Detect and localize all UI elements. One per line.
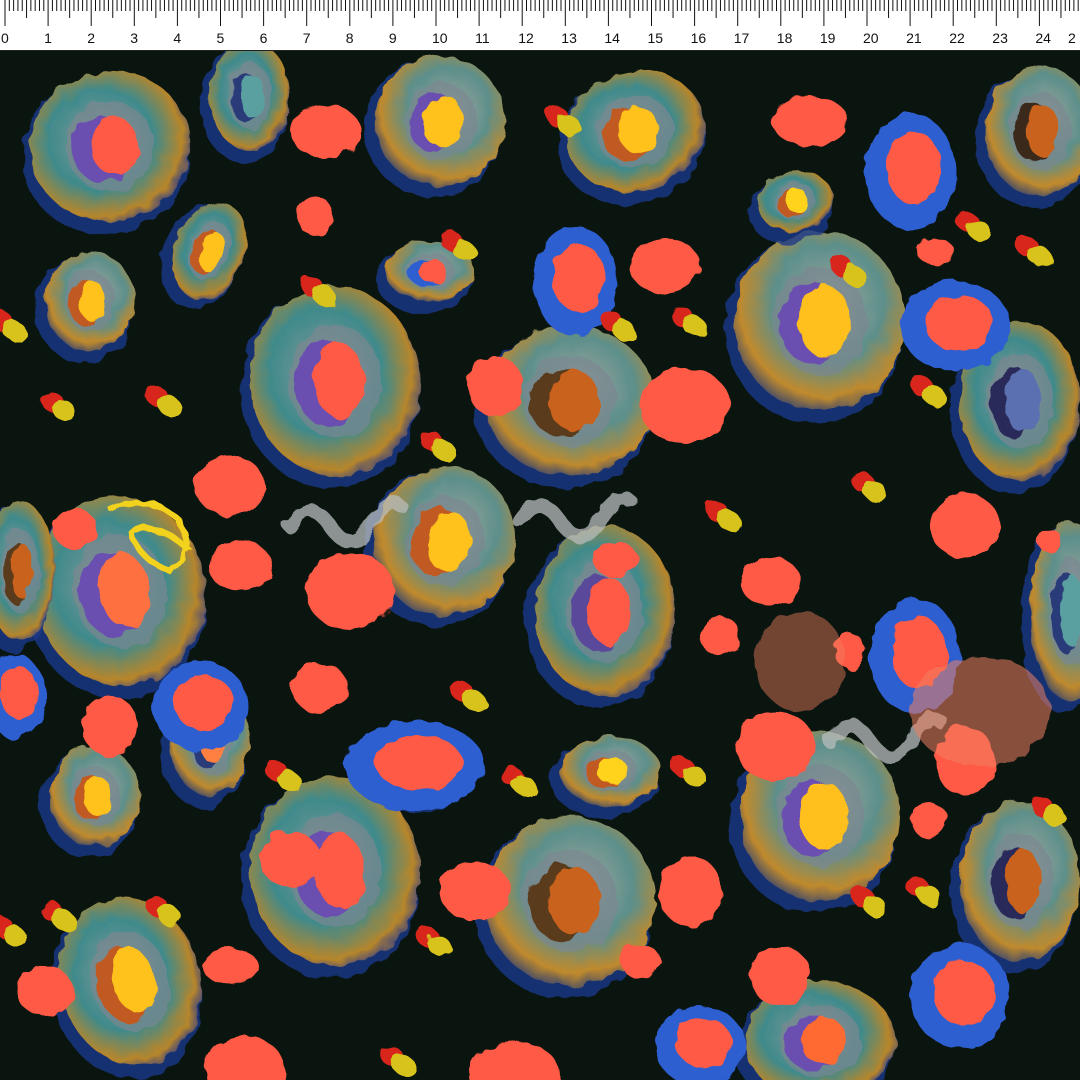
ruler-label: 23 xyxy=(992,30,1008,46)
pill-mark xyxy=(910,375,947,407)
pill-mark xyxy=(0,310,27,342)
coral-blob xyxy=(292,663,348,713)
ruler-label: 1 xyxy=(44,30,52,46)
ruler-label: 7 xyxy=(302,30,311,46)
coral-blob xyxy=(1038,529,1062,553)
coral-blob xyxy=(202,948,258,984)
coral-blob xyxy=(772,96,848,146)
coral-blob xyxy=(208,541,272,591)
ruler-label: 20 xyxy=(863,30,879,46)
painted-stone xyxy=(240,286,421,489)
pill-mark xyxy=(40,390,77,422)
ruler-label: 3 xyxy=(130,30,139,46)
coral-blob xyxy=(740,556,800,606)
coral-blob xyxy=(470,1041,560,1080)
coral-blob xyxy=(658,856,722,926)
pill-mark xyxy=(905,875,942,907)
coral-blob xyxy=(593,541,637,577)
ruler-label: 10 xyxy=(432,30,448,46)
coral-blob xyxy=(205,1036,285,1080)
ruler-label: 8 xyxy=(345,30,354,46)
coral-blob xyxy=(305,553,395,629)
ruler-label: 12 xyxy=(518,30,534,46)
painted-stone xyxy=(200,51,290,163)
painted-stone xyxy=(363,56,505,197)
ruler-label: 4 xyxy=(173,30,182,46)
coral-blob xyxy=(260,831,320,887)
ruler-label: 16 xyxy=(690,30,707,46)
blue-disc xyxy=(900,281,1010,371)
ruler-label: 15 xyxy=(647,30,664,46)
ruler-label: 18 xyxy=(776,30,793,46)
painted-stone xyxy=(21,70,190,235)
pill-mark xyxy=(0,915,27,947)
ruler-label: 2 xyxy=(1068,30,1076,46)
blue-disc xyxy=(865,113,955,229)
coral-blob xyxy=(917,237,953,265)
ruler-label: 0 xyxy=(1,30,9,46)
measurement-ruler: 0 1 2 3 4 5 6 7 8 9 10 11 12 13 14 15 16 17 18 19 20 21 22 23 24… xyxy=(0,0,1080,51)
pill-mark xyxy=(380,1045,417,1077)
coral-blob xyxy=(467,356,523,416)
ruler-label: 13 xyxy=(561,30,577,46)
ruler-label: 5 xyxy=(216,30,225,46)
ruler-label: 6 xyxy=(259,30,268,46)
speckled-patch xyxy=(755,611,845,711)
pill-mark xyxy=(955,210,992,242)
painted-stone xyxy=(40,746,140,858)
coral-blob xyxy=(930,494,1000,558)
ruler-label: 17 xyxy=(733,30,750,46)
painted-stone xyxy=(975,66,1080,208)
ruler-label: 21 xyxy=(906,30,922,46)
coral-blob xyxy=(735,711,815,781)
coral-blob xyxy=(440,861,510,921)
pill-mark xyxy=(420,430,457,462)
coral-blob xyxy=(17,966,73,1016)
ruler-label: 14 xyxy=(604,30,620,46)
pill-mark xyxy=(670,755,707,787)
coral-blob xyxy=(290,104,360,158)
pill-mark xyxy=(450,680,487,712)
coral-blob xyxy=(750,946,810,1006)
pill-mark xyxy=(670,305,707,337)
coral-blob xyxy=(700,616,740,656)
fabric-swatch: 0 1 2 3 4 5 6 7 8 9 10 11 12 13 14 15 16 17 18 19 20 21 22 23 24… xyxy=(0,0,1080,1080)
coral-blob xyxy=(297,196,333,236)
coral-blob xyxy=(620,944,660,978)
pill-mark xyxy=(415,925,452,957)
pill-mark xyxy=(145,385,182,417)
blue-disc xyxy=(345,721,485,811)
pill-mark xyxy=(1015,235,1052,267)
pill-mark xyxy=(850,470,887,502)
ruler-label: 19 xyxy=(819,30,836,46)
ruler-label: 22 xyxy=(949,30,965,46)
coral-blob xyxy=(195,456,265,516)
coral-blob xyxy=(640,368,730,444)
coral-blob xyxy=(82,696,138,756)
ruler-label: 11 xyxy=(475,30,490,46)
ruler-label: 24 xyxy=(1035,30,1051,46)
speckled-patch xyxy=(910,656,1050,766)
abstract-painted-pattern xyxy=(0,51,1080,1080)
blue-disc xyxy=(0,654,45,738)
blue-disc xyxy=(152,661,248,751)
pill-mark xyxy=(705,500,742,532)
blue-disc xyxy=(910,944,1010,1048)
painted-stone xyxy=(725,231,905,423)
ruler-label: 9 xyxy=(388,30,397,46)
ruler-label: 2 xyxy=(87,30,95,46)
blue-disc xyxy=(655,1006,745,1080)
painted-stone xyxy=(550,736,660,818)
pill-mark xyxy=(500,765,537,797)
coral-blob xyxy=(630,238,700,294)
painted-stone xyxy=(35,251,135,363)
coral-blob xyxy=(912,803,948,839)
coral-blob xyxy=(53,509,97,549)
painted-stone xyxy=(557,70,705,205)
